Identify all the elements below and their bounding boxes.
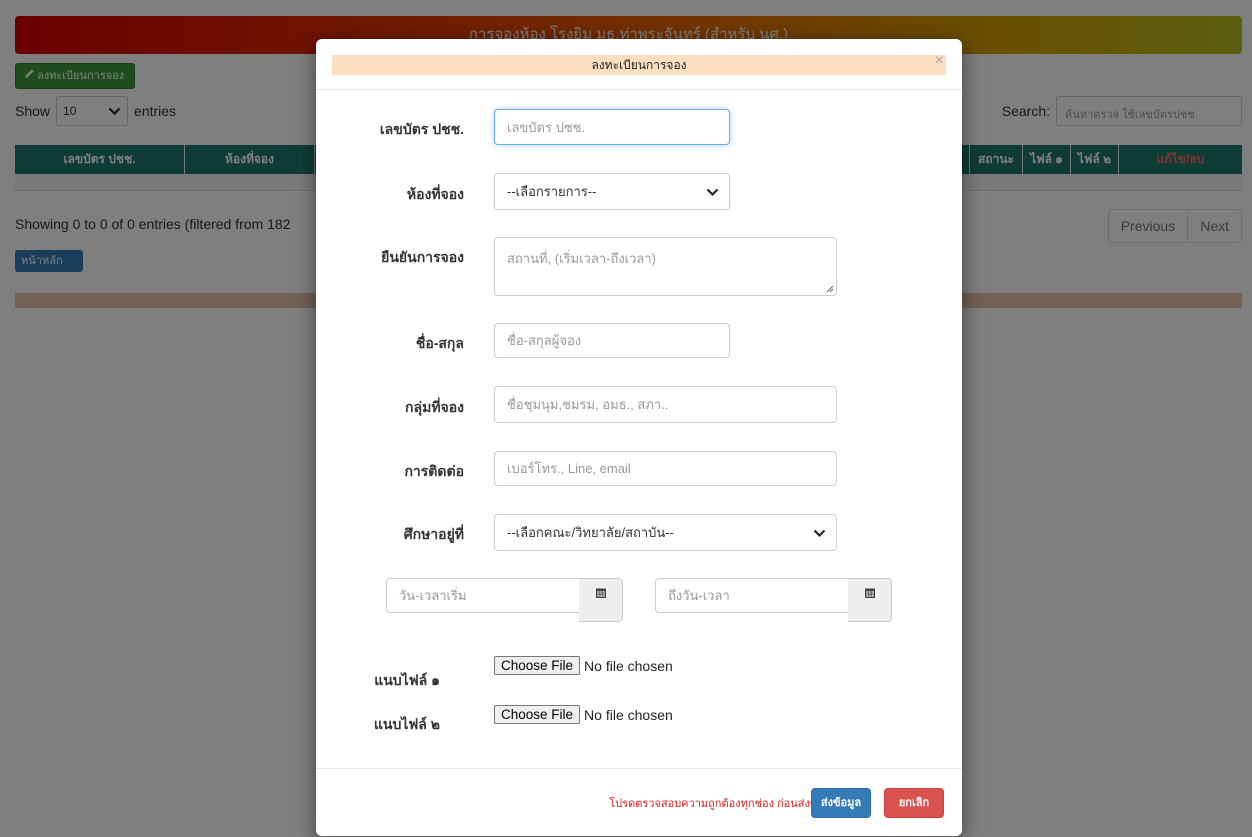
contact-label: การติดต่อ <box>404 463 464 479</box>
group-input[interactable]: ชื่อชุมนุม,ชมรม, อมธ., สภา.. <box>494 386 837 423</box>
chevron-down-icon <box>813 529 826 537</box>
resize-handle-icon[interactable] <box>826 285 834 293</box>
contact-input[interactable]: เบอร์โทร., Line, email <box>494 451 837 486</box>
file1-input: Choose File No file chosen <box>494 656 673 675</box>
modal-header-divider <box>316 89 962 90</box>
file1-status: No file chosen <box>584 657 673 674</box>
booking-modal: ลงทะเบียนการจอง × เลขบัตร ปชช. เลขบัตร ป… <box>316 39 962 836</box>
end-datetime-input[interactable]: ถึงวัน-เวลา <box>655 578 849 613</box>
start-datetime-input[interactable]: วัน-เวลาเริ่ม <box>386 578 580 613</box>
calendar-icon <box>864 588 875 598</box>
file2-input: Choose File No file chosen <box>494 705 673 724</box>
full-name-input[interactable]: ชื่อ-สกุลผู้จอง <box>494 323 730 358</box>
id-card-label: เลขบัตร ปชช. <box>379 121 464 137</box>
faculty-select[interactable]: --เลือกคณะ/วิทยาลัย/สถาบัน-- <box>494 514 837 551</box>
cancel-button[interactable]: ยกเลิก <box>884 788 944 818</box>
submit-button[interactable]: ส่งข้อมูล <box>811 788 871 818</box>
room-label: ห้องที่จอง <box>406 186 464 202</box>
faculty-label: ศึกษาอยู่ที่ <box>403 526 464 542</box>
close-icon[interactable]: × <box>935 53 944 69</box>
id-card-input[interactable]: เลขบัตร ปชช. <box>494 109 730 145</box>
confirm-booking-placeholder: สถานที่, (เริ่มเวลา-ถึงเวลา) <box>507 251 657 266</box>
start-calendar-button[interactable] <box>579 578 623 622</box>
file2-label: แนบไฟล์ ๒ <box>373 716 440 732</box>
file2-choose-button[interactable]: Choose File <box>494 705 581 724</box>
file1-choose-button[interactable]: Choose File <box>494 656 581 675</box>
modal-footer-divider <box>316 768 962 769</box>
confirm-booking-label: ยืนยันการจอง <box>381 249 464 265</box>
full-name-label: ชื่อ-สกุล <box>415 335 464 351</box>
faculty-select-value: --เลือกคณะ/วิทยาลัย/สถาบัน-- <box>507 525 674 540</box>
calendar-icon <box>595 588 606 598</box>
validation-warning: โปรดตรวจสอบความถูกต้องทุกช่อง ก่อนส่งข้อ… <box>609 798 838 810</box>
confirm-booking-textarea[interactable]: สถานที่, (เริ่มเวลา-ถึงเวลา) <box>494 237 837 296</box>
end-calendar-button[interactable] <box>848 578 892 622</box>
chevron-down-icon <box>706 188 719 196</box>
file1-label: แนบไฟล์ ๑ <box>374 672 440 688</box>
file2-status: No file chosen <box>584 706 673 723</box>
modal-title: ลงทะเบียนการจอง <box>332 55 946 75</box>
room-select[interactable]: --เลือกรายการ-- <box>494 173 730 210</box>
room-select-value: --เลือกรายการ-- <box>507 184 597 199</box>
group-label: กลุ่มที่จอง <box>405 399 464 415</box>
